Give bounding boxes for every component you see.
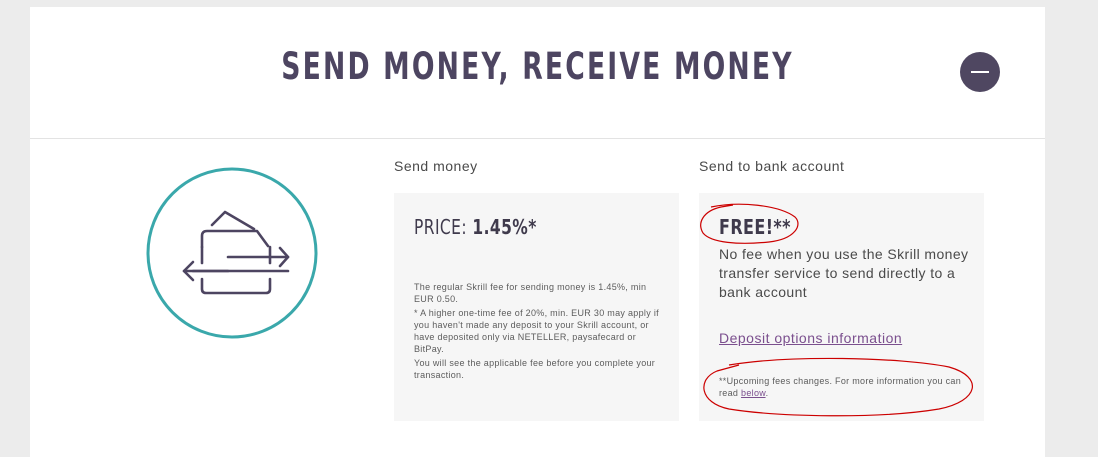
send-money-panel: PRICE: 1.45%* The regular Skrill fee for… xyxy=(394,193,679,421)
deposit-options-link[interactable]: Deposit options information xyxy=(719,330,902,346)
below-link[interactable]: below xyxy=(741,388,766,398)
fee-note: * A higher one-time fee of 20%, min. EUR… xyxy=(414,308,659,354)
price-heading: PRICE: 1.45%* xyxy=(414,215,537,239)
bank-account-panel: FREE!** No fee when you use the Skrill m… xyxy=(699,193,984,421)
upcoming-fees-end: . xyxy=(765,388,769,398)
free-heading: FREE!** xyxy=(719,215,791,239)
collapse-button[interactable] xyxy=(960,52,1000,92)
send-money-label: Send money xyxy=(394,158,478,174)
section-title: SEND MONEY, RECEIVE MONEY xyxy=(281,45,794,88)
bank-account-label: Send to bank account xyxy=(699,158,845,174)
fee-notes: The regular Skrill fee for sending money… xyxy=(414,281,664,383)
section-header[interactable]: SEND MONEY, RECEIVE MONEY xyxy=(30,7,1045,139)
fee-note: The regular Skrill fee for sending money… xyxy=(414,282,647,304)
fees-card: SEND MONEY, RECEIVE MONEY Send money PRI… xyxy=(30,7,1045,457)
price-label: PRICE: xyxy=(414,215,468,239)
wallet-transfer-illustration xyxy=(146,167,318,339)
fee-note: You will see the applicable fee before y… xyxy=(414,358,656,380)
illustration-ring xyxy=(146,167,318,339)
minus-icon xyxy=(971,71,989,73)
upcoming-fees-note: **Upcoming fees changes. For more inform… xyxy=(719,375,969,399)
free-description: No fee when you use the Skrill money tra… xyxy=(719,246,969,300)
wallet-transfer-arrows-icon xyxy=(182,210,290,295)
price-value: 1.45%* xyxy=(472,215,537,239)
